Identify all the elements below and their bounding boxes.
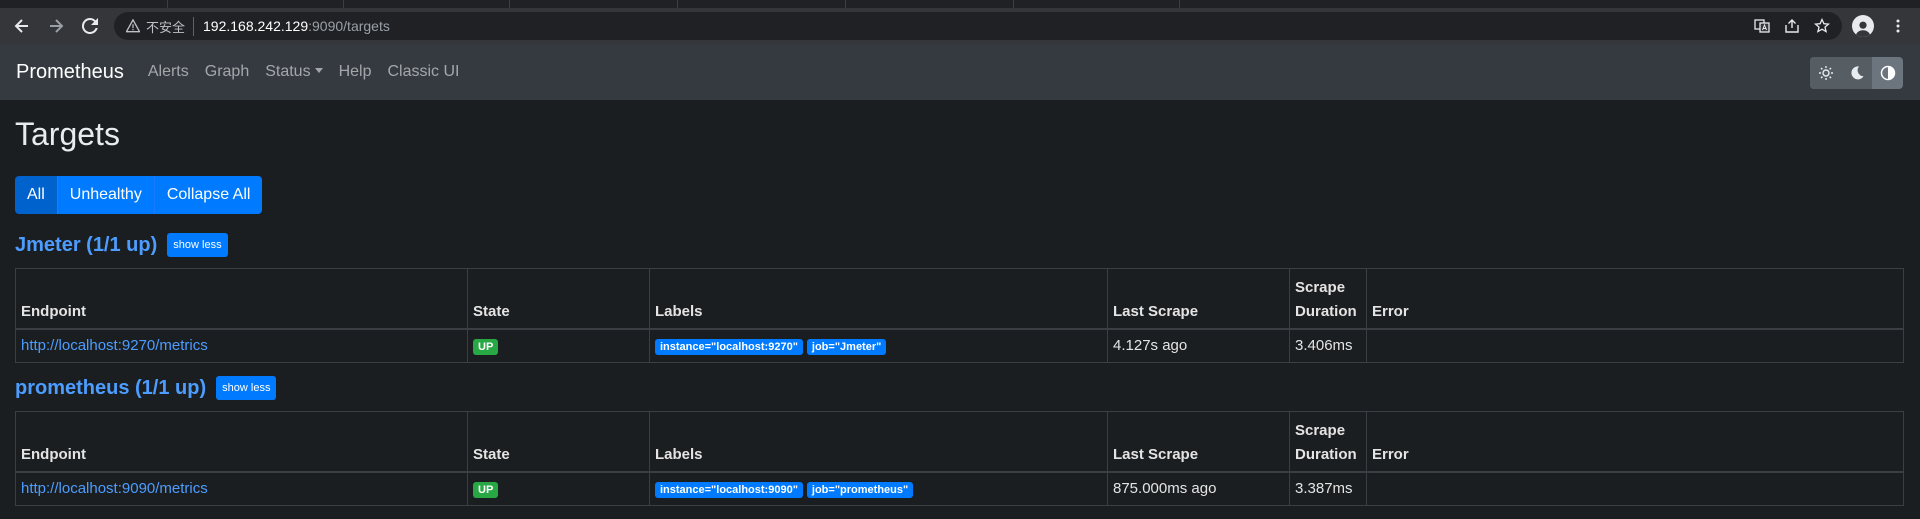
col-last-scrape: Last Scrape: [1107, 411, 1290, 473]
filter-unhealthy-button[interactable]: Unhealthy: [57, 176, 155, 214]
share-icon[interactable]: [1784, 18, 1800, 34]
label-badge-instance: instance="localhost:9270": [655, 339, 803, 356]
main-content: Targets All Unhealthy Collapse All Jmete…: [0, 114, 1920, 506]
profile-avatar[interactable]: [1852, 15, 1874, 37]
theme-light-button[interactable]: [1810, 57, 1841, 89]
scrape-duration-cell: 3.387ms: [1289, 471, 1367, 506]
targets-table-prometheus: Endpoint State Labels Last Scrape Scrape…: [15, 411, 1904, 506]
theme-toggle-group: [1810, 57, 1903, 89]
nav-classic-ui[interactable]: Classic UI: [387, 63, 459, 81]
label-badge-job: job="Jmeter": [806, 339, 887, 356]
sun-icon: [1818, 66, 1833, 80]
targets-table-jmeter: Endpoint State Labels Last Scrape Scrape…: [15, 268, 1904, 363]
arrow-right-icon: [50, 19, 64, 33]
warning-icon: [126, 19, 140, 33]
pool-header-jmeter: Jmeter (1/1 up) show less: [15, 228, 1905, 262]
filter-button-group: All Unhealthy Collapse All: [15, 176, 263, 214]
url-path: :9090/targets: [308, 18, 390, 34]
table-header-row: Endpoint State Labels Last Scrape Scrape…: [15, 411, 1904, 473]
table-row: http://localhost:9270/metrics UP instanc…: [15, 328, 1904, 363]
theme-dark-button[interactable]: [1841, 57, 1872, 89]
page-title: Targets: [15, 116, 120, 152]
last-scrape-cell: 4.127s ago: [1107, 328, 1290, 363]
caret-down-icon: [314, 68, 323, 73]
label-badge-instance: instance="localhost:9090": [655, 482, 803, 499]
bookmark-star-icon[interactable]: [1814, 18, 1830, 34]
nav-status-label: Status: [265, 63, 311, 80]
url-host: 192.168.242.129: [203, 18, 309, 34]
nav-alerts[interactable]: Alerts: [148, 63, 189, 81]
nav-graph[interactable]: Graph: [205, 63, 249, 81]
col-state: State: [467, 268, 650, 330]
show-less-button[interactable]: show less: [167, 233, 228, 257]
contrast-icon: [1880, 65, 1895, 81]
table-header-row: Endpoint State Labels Last Scrape Scrape…: [15, 268, 1904, 330]
col-labels: Labels: [649, 268, 1108, 330]
state-badge: UP: [473, 339, 499, 356]
col-error: Error: [1366, 411, 1904, 473]
arrow-left-icon: [14, 19, 28, 33]
scrape-duration-cell: 3.406ms: [1289, 328, 1367, 363]
address-bar[interactable]: 不安全 192.168.242.129:9090/targets: [114, 12, 1842, 40]
col-endpoint: Endpoint: [15, 268, 468, 330]
nav-status-dropdown[interactable]: Status: [265, 63, 323, 81]
col-last-scrape: Last Scrape: [1107, 268, 1290, 330]
browser-toolbar: 不安全 192.168.242.129:9090/targets: [0, 8, 1920, 44]
table-row: http://localhost:9090/metrics UP instanc…: [15, 471, 1904, 506]
forward-button[interactable]: [42, 12, 70, 40]
col-endpoint: Endpoint: [15, 411, 468, 473]
col-error: Error: [1366, 268, 1904, 330]
reload-icon: [82, 18, 98, 34]
reload-button[interactable]: [76, 12, 104, 40]
error-cell: [1366, 471, 1904, 506]
browser-tabstrip: [0, 0, 1920, 8]
translate-icon[interactable]: [1754, 18, 1770, 34]
endpoint-link[interactable]: http://localhost:9270/metrics: [21, 337, 208, 354]
last-scrape-cell: 875.000ms ago: [1107, 471, 1290, 506]
insecure-label: 不安全: [146, 16, 195, 36]
col-scrape-duration: Scrape Duration: [1289, 411, 1367, 473]
error-cell: [1366, 328, 1904, 363]
state-badge: UP: [473, 482, 499, 499]
col-scrape-duration: Scrape Duration: [1289, 268, 1367, 330]
brand-link[interactable]: Prometheus: [16, 61, 124, 84]
pool-header-prometheus: prometheus (1/1 up) show less: [15, 371, 1905, 405]
more-vert-icon: [1896, 19, 1900, 33]
pool-title-link[interactable]: prometheus (1/1 up): [15, 377, 206, 400]
endpoint-link[interactable]: http://localhost:9090/metrics: [21, 480, 208, 497]
col-state: State: [467, 411, 650, 473]
prometheus-navbar: Prometheus Alerts Graph Status Help Clas…: [0, 44, 1920, 100]
pool-title-link[interactable]: Jmeter (1/1 up): [15, 234, 157, 257]
person-icon: [1855, 21, 1871, 37]
col-labels: Labels: [649, 411, 1108, 473]
back-button[interactable]: [8, 12, 36, 40]
moon-icon: [1850, 66, 1863, 80]
filter-all-button[interactable]: All: [15, 176, 58, 214]
collapse-all-button[interactable]: Collapse All: [154, 176, 263, 214]
nav-help[interactable]: Help: [339, 63, 372, 81]
label-badge-job: job="prometheus": [806, 482, 914, 499]
browser-menu-button[interactable]: [1884, 12, 1912, 40]
show-less-button[interactable]: show less: [216, 376, 277, 400]
theme-auto-button[interactable]: [1872, 57, 1903, 89]
